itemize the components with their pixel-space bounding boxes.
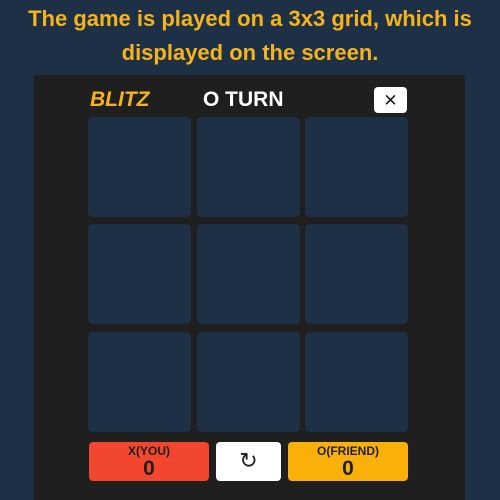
score-o: O(FRIEND) 0 bbox=[288, 442, 408, 481]
score-x-label: X(YOU) bbox=[128, 444, 170, 458]
score-o-value: 0 bbox=[342, 457, 354, 480]
close-button[interactable]: ✕ bbox=[374, 87, 407, 113]
score-o-label: O(FRIEND) bbox=[317, 444, 379, 458]
board-cell-7[interactable] bbox=[88, 332, 191, 432]
restart-button[interactable]: ↻ bbox=[216, 442, 281, 481]
restart-icon: ↻ bbox=[239, 448, 258, 474]
board-cell-1[interactable] bbox=[88, 117, 191, 217]
board-cell-2[interactable] bbox=[197, 117, 300, 217]
board-cell-4[interactable] bbox=[88, 224, 191, 324]
board-cell-5[interactable] bbox=[197, 224, 300, 324]
score-x-value: 0 bbox=[143, 457, 155, 480]
instruction-line-1: The game is played on a 3x3 grid, which … bbox=[28, 6, 472, 31]
board-cell-6[interactable] bbox=[305, 224, 408, 324]
board-cell-9[interactable] bbox=[305, 332, 408, 432]
board-cell-8[interactable] bbox=[197, 332, 300, 432]
score-x: X(YOU) 0 bbox=[89, 442, 209, 481]
instruction-text: The game is played on a 3x3 grid, which … bbox=[0, 0, 500, 70]
close-icon: ✕ bbox=[383, 90, 398, 110]
board-cell-3[interactable] bbox=[305, 117, 408, 217]
turn-indicator: O TURN bbox=[203, 88, 284, 111]
instruction-line-2: displayed on the screen. bbox=[121, 40, 379, 65]
mode-label: BLITZ bbox=[90, 88, 150, 111]
